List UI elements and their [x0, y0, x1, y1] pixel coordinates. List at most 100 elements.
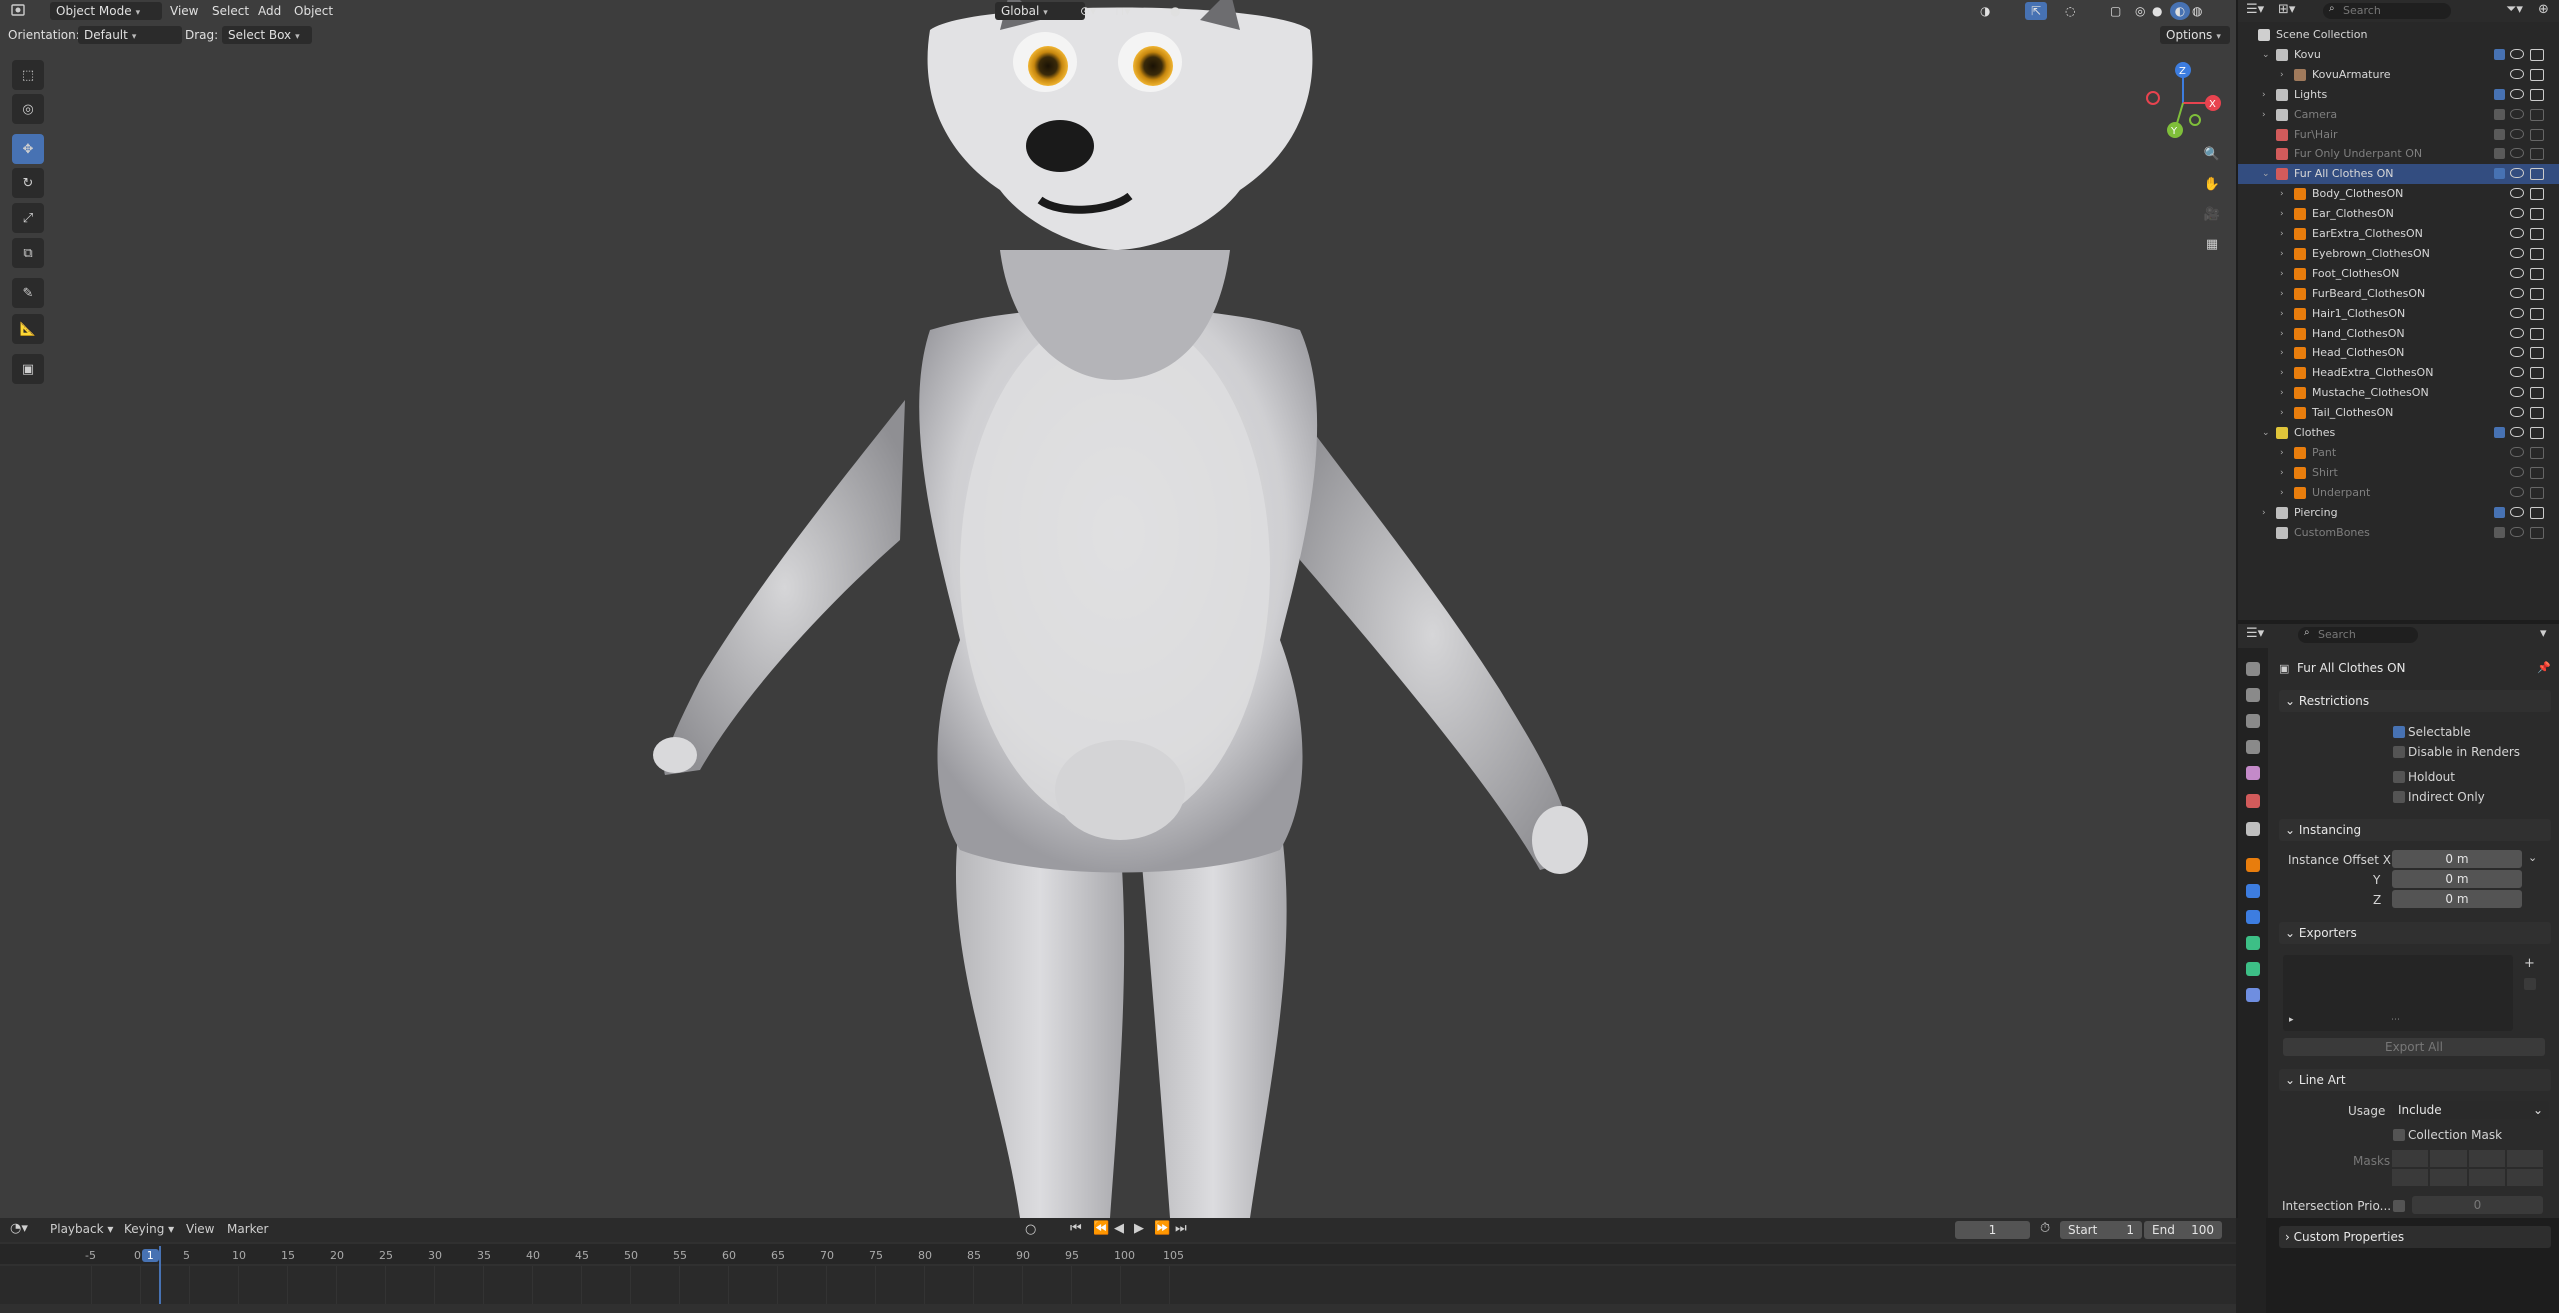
render-camera-icon[interactable] — [2530, 168, 2544, 181]
xray-icon[interactable]: ▢ — [2110, 2, 2130, 20]
outliner-row[interactable]: › KovuArmature — [2238, 65, 2559, 85]
playhead[interactable] — [159, 1246, 161, 1304]
visibility-eye-icon[interactable] — [2510, 48, 2524, 59]
outliner-search-field[interactable]: ⌕ Search — [2323, 3, 2451, 19]
render-camera-icon[interactable] — [2530, 48, 2544, 61]
chevron-right-icon[interactable]: › — [2262, 85, 2266, 105]
outliner-row[interactable]: › Hand_ClothesON — [2238, 324, 2559, 344]
outliner-row[interactable]: › EarExtra_ClothesON — [2238, 224, 2559, 244]
properties-editor-icon[interactable]: ☰▾ — [2246, 626, 2264, 641]
outliner-row[interactable]: ⌄ Fur All Clothes ON — [2238, 164, 2559, 185]
exclude-checkbox[interactable] — [2494, 48, 2505, 60]
holdout-checkbox[interactable] — [2393, 771, 2405, 783]
playback-menu[interactable]: Playback ▾ — [50, 1222, 113, 1236]
render-camera-icon[interactable] — [2530, 68, 2544, 81]
render-camera-icon[interactable] — [2530, 228, 2544, 240]
chevron-right-icon[interactable]: › — [2280, 244, 2284, 264]
visibility-eye-icon[interactable] — [2510, 148, 2524, 159]
chevron-down-icon[interactable]: ⌄ — [2262, 45, 2270, 65]
pin-icon[interactable]: 📌 — [2537, 661, 2551, 674]
visibility-icon[interactable]: ◑ — [1980, 2, 2002, 20]
selectable-checkbox[interactable] — [2393, 726, 2405, 738]
render-camera-icon[interactable] — [2530, 188, 2544, 201]
zoom-icon[interactable]: 🔍 — [2198, 140, 2226, 168]
visibility-eye-icon[interactable] — [2510, 208, 2524, 219]
menu-add[interactable]: Add — [258, 2, 281, 20]
render-camera-icon[interactable] — [2530, 367, 2544, 380]
outliner-row[interactable]: › Hair1_ClothesON — [2238, 304, 2559, 324]
chevron-down-icon[interactable]: ⌄ — [2262, 423, 2270, 443]
keying-menu[interactable]: Keying ▾ — [124, 1222, 174, 1236]
visibility-eye-icon[interactable] — [2510, 247, 2524, 258]
outliner-row[interactable]: › Mustache_ClothesON — [2238, 383, 2559, 403]
3d-viewport[interactable]: Object Mode ▾ View Select Add Object Glob… — [0, 0, 2236, 1218]
chevron-right-icon[interactable]: › — [2280, 224, 2284, 244]
line-art-panel-header[interactable]: ⌄ Line Art — [2279, 1069, 2551, 1091]
output-tab-icon[interactable] — [2246, 714, 2260, 728]
transform-orientation-dropdown[interactable]: Global ▾ — [995, 2, 1085, 20]
options-dropdown[interactable]: Options ▾ — [2160, 26, 2230, 44]
visibility-eye-icon[interactable] — [2510, 407, 2524, 418]
chevron-right-icon[interactable]: › — [2280, 284, 2284, 304]
chevron-right-icon[interactable]: › — [2280, 184, 2284, 204]
collection-mask-checkbox[interactable] — [2393, 1129, 2405, 1141]
world-tab-icon[interactable] — [2246, 794, 2260, 808]
outliner-row[interactable]: › Foot_ClothesON — [2238, 264, 2559, 284]
outliner-row[interactable]: › Lights — [2238, 85, 2559, 105]
constraints-tab-icon[interactable] — [2246, 962, 2260, 976]
character-model[interactable] — [0, 0, 2236, 1218]
outliner-row[interactable]: › Eyebrown_ClothesON — [2238, 244, 2559, 264]
outliner-row[interactable]: Scene Collection — [2238, 25, 2559, 45]
menu-object[interactable]: Object — [294, 2, 333, 20]
rotate-tool[interactable]: ↻ — [12, 168, 44, 198]
visibility-eye-icon[interactable] — [2510, 228, 2524, 238]
outliner-row[interactable]: › Tail_ClothesON — [2238, 403, 2559, 423]
auto-keying-icon[interactable]: ○ — [1025, 1222, 1036, 1237]
timeline-editor-icon[interactable]: ◔▾ — [10, 1221, 28, 1236]
data-tab-icon[interactable] — [2246, 988, 2260, 1002]
chevron-right-icon[interactable]: › — [2262, 105, 2266, 125]
visibility-eye-icon[interactable] — [2510, 88, 2524, 99]
expand-icon[interactable]: ▸ — [2289, 1015, 2294, 1025]
usage-dropdown[interactable]: Include ⌄ — [2392, 1101, 2549, 1119]
overlay-icon[interactable]: ◌ — [2065, 2, 2087, 20]
chevron-right-icon[interactable]: › — [2280, 304, 2284, 324]
jump-to-end-icon[interactable]: ⏭ — [1175, 1221, 1187, 1236]
shading-rendered-icon[interactable]: ◍ — [2192, 2, 2212, 20]
render-camera-icon[interactable] — [2530, 287, 2544, 300]
render-camera-icon[interactable] — [2530, 88, 2544, 101]
chevron-right-icon[interactable]: › — [2280, 324, 2284, 344]
visibility-eye-icon[interactable] — [2510, 506, 2524, 517]
chevron-right-icon[interactable]: › — [2280, 363, 2284, 383]
snap-icon[interactable]: ⊓▾ — [1115, 2, 1155, 20]
render-camera-icon[interactable] — [2530, 407, 2544, 420]
pivot-icon[interactable]: ⊙▾ — [1080, 2, 1110, 20]
navigation-gizmo[interactable]: Z X Y — [2135, 58, 2235, 148]
properties-options-icon[interactable]: ▾ — [2540, 626, 2547, 641]
visibility-eye-icon[interactable] — [2510, 446, 2524, 457]
new-collection-icon[interactable]: ⊕ — [2538, 2, 2549, 17]
exclude-checkbox[interactable] — [2494, 506, 2505, 518]
visibility-eye-icon[interactable] — [2510, 188, 2524, 199]
render-camera-icon[interactable] — [2530, 387, 2544, 400]
menu-select[interactable]: Select — [212, 2, 249, 20]
current-frame-field[interactable]: 1 — [1955, 1221, 2030, 1239]
outliner-row[interactable]: › HeadExtra_ClothesON — [2238, 363, 2559, 383]
scene-tab-icon[interactable] — [2246, 766, 2260, 780]
outliner-row[interactable]: › Head_ClothesON — [2238, 343, 2559, 363]
outliner-editor-icon[interactable]: ☰▾ — [2246, 2, 2264, 17]
visibility-eye-icon[interactable] — [2510, 387, 2524, 398]
outliner-row[interactable]: Fur\Hair — [2238, 125, 2559, 145]
instance-offset-z-field[interactable]: 0 m — [2392, 890, 2522, 908]
outliner-row[interactable]: › Camera — [2238, 105, 2559, 125]
exclude-checkbox[interactable] — [2494, 108, 2505, 120]
render-camera-icon[interactable] — [2530, 486, 2544, 499]
visibility-eye-icon[interactable] — [2510, 128, 2524, 139]
render-camera-icon[interactable] — [2530, 128, 2544, 141]
render-camera-icon[interactable] — [2530, 347, 2544, 360]
chevron-right-icon[interactable]: › — [2280, 483, 2284, 503]
play-icon[interactable]: ▶ — [1134, 1221, 1144, 1236]
visibility-eye-icon[interactable] — [2510, 347, 2524, 358]
visibility-eye-icon[interactable] — [2510, 427, 2524, 437]
mode-dropdown[interactable]: Object Mode ▾ — [50, 2, 162, 20]
